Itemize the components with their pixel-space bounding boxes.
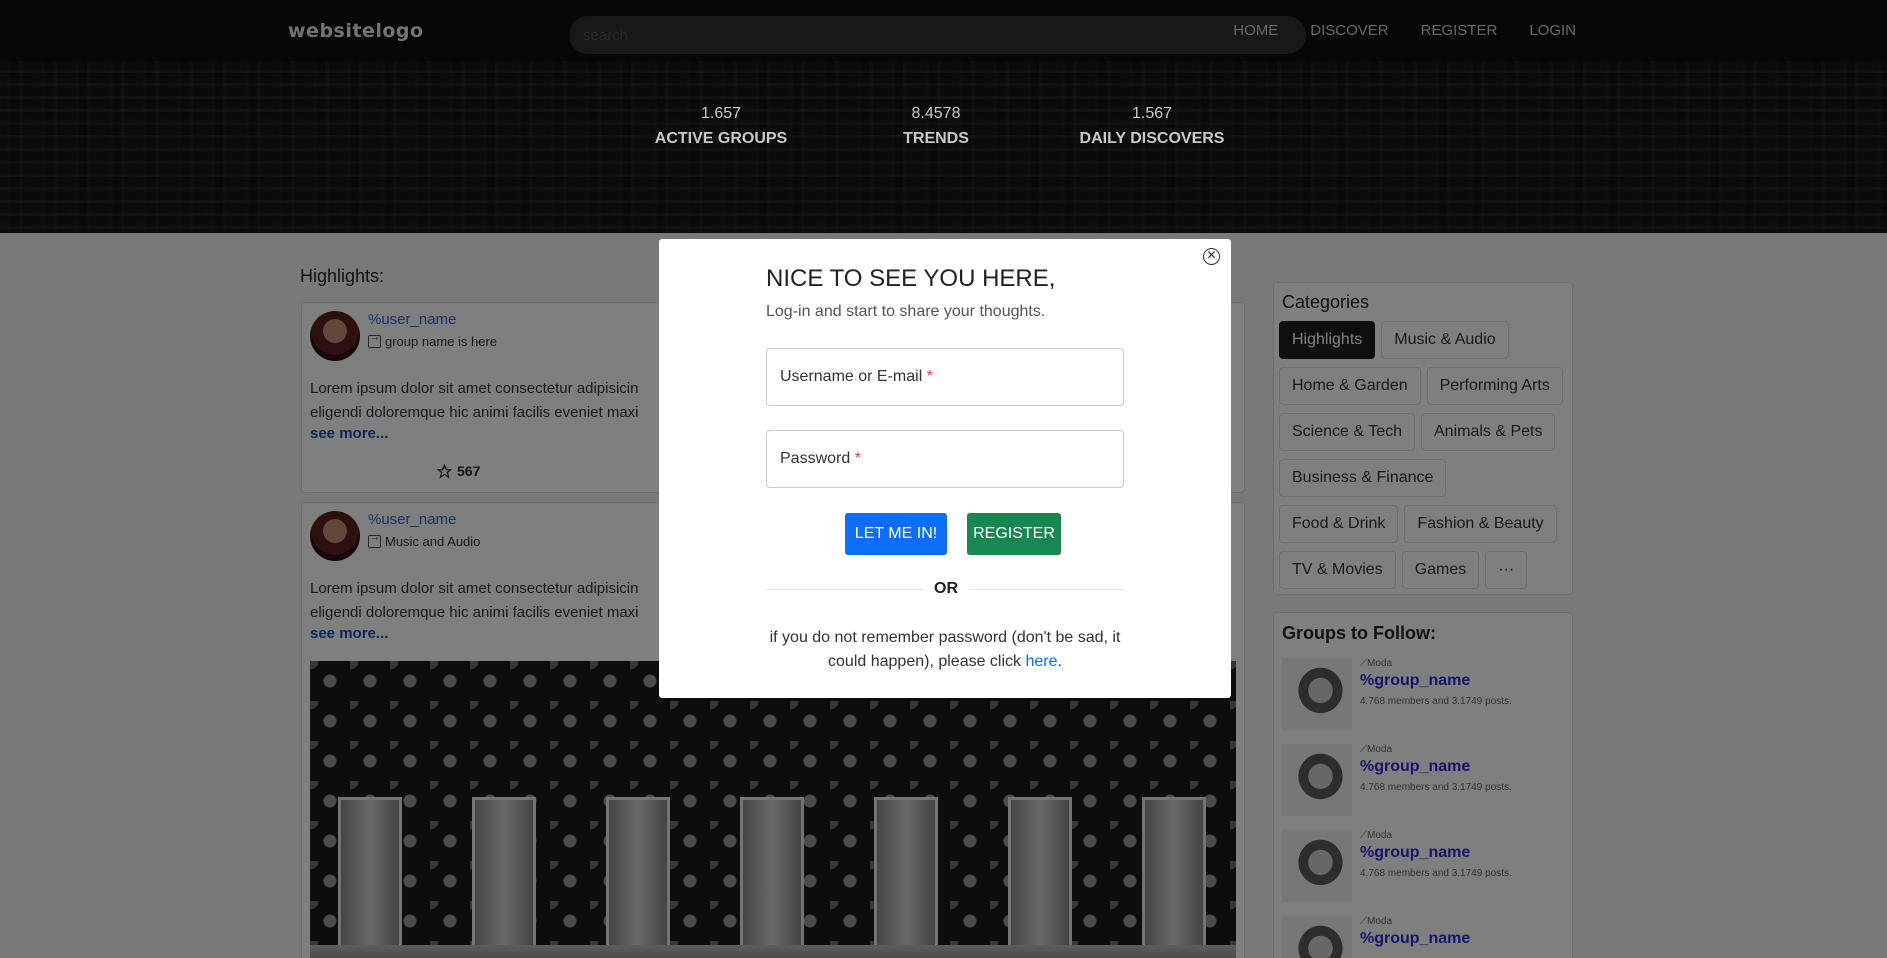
- stat-label: DAILY DISCOVERS: [1079, 130, 1225, 147]
- modal-subtitle: Log-in and start to share your thoughts.: [766, 303, 1046, 320]
- close-icon[interactable]: ✕: [1203, 248, 1220, 265]
- forgot-password-link[interactable]: here: [1025, 653, 1057, 670]
- stat-daily-discovers: 1.567 DAILY DISCOVERS: [1052, 105, 1252, 148]
- username-field[interactable]: Username or E-mail *: [766, 348, 1124, 406]
- register-button[interactable]: REGISTER: [967, 513, 1061, 555]
- stat-value: 1.567: [1131, 105, 1173, 122]
- stat-active-groups: 1.657 ACTIVE GROUPS: [621, 105, 821, 148]
- modal-title: NICE TO SEE YOU HERE,: [766, 265, 1056, 292]
- stat-value: 8.4578: [911, 105, 961, 122]
- forgot-suffix: .: [1057, 653, 1062, 670]
- password-field[interactable]: Password *: [766, 430, 1124, 488]
- forgot-password-text: if you do not remember password (don't b…: [766, 626, 1124, 674]
- stat-label: ACTIVE GROUPS: [654, 130, 788, 147]
- forgot-prefix: if you do not remember password (don't b…: [769, 629, 1121, 670]
- or-label: OR: [923, 580, 969, 598]
- stat-trends: 8.4578 TRENDS: [836, 105, 1036, 148]
- login-modal: ✕ NICE TO SEE YOU HERE, Log-in and start…: [659, 239, 1231, 698]
- login-button[interactable]: LET ME IN!: [845, 513, 947, 555]
- stat-label: TRENDS: [903, 130, 969, 147]
- stat-value: 1.657: [700, 105, 742, 122]
